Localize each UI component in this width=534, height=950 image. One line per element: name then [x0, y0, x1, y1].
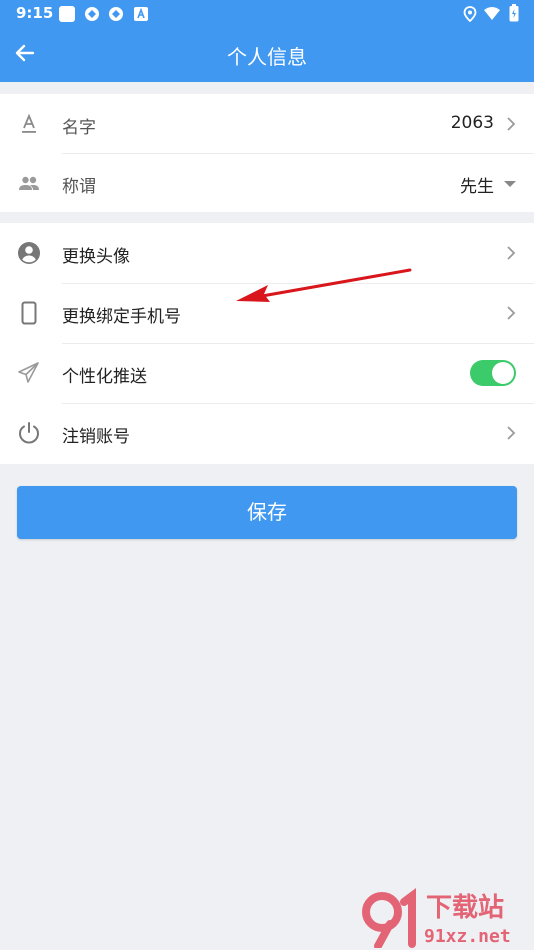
- name-label: 名字: [62, 118, 96, 138]
- power-icon: [18, 422, 40, 444]
- settings-card: 更换头像 更换绑定手机号 个性化推送 注销账号: [0, 223, 534, 464]
- app-notification-icon: [134, 7, 148, 21]
- personalized-push-toggle[interactable]: [470, 360, 516, 386]
- send-icon: [18, 362, 39, 383]
- app-notification-icon: [109, 7, 123, 21]
- dropdown-caret-icon: [504, 181, 516, 187]
- cancel-account-row[interactable]: 注销账号: [0, 403, 534, 463]
- salutation-label: 称谓: [62, 177, 96, 197]
- battery-icon: [509, 4, 519, 22]
- annotation-arrow: [236, 268, 412, 302]
- salutation-row[interactable]: 称谓 先生: [0, 153, 534, 213]
- personalized-push-label: 个性化推送: [62, 367, 147, 387]
- personalized-push-row: 个性化推送: [0, 343, 534, 403]
- account-circle-icon: [18, 242, 40, 264]
- text-format-icon: [22, 113, 36, 133]
- people-icon: [19, 176, 39, 190]
- smartphone-icon: [21, 301, 37, 325]
- page-title: 个人信息: [227, 45, 307, 69]
- watermark-title: 下载站: [426, 893, 504, 923]
- profile-card: 名字 2063 称谓 先生: [0, 94, 534, 212]
- save-button[interactable]: 保存: [17, 486, 517, 539]
- notification-icon: [59, 6, 75, 22]
- app-notification-icon: [85, 7, 99, 21]
- chevron-right-icon: [507, 306, 516, 320]
- change-phone-label: 更换绑定手机号: [62, 307, 181, 327]
- toggle-knob: [492, 362, 514, 384]
- status-time: 9:15: [16, 4, 54, 22]
- status-bar: 9:15: [0, 0, 534, 28]
- chevron-right-icon: [507, 426, 516, 440]
- chevron-right-icon: [507, 117, 516, 131]
- name-value: 2063: [450, 113, 494, 133]
- change-avatar-label: 更换头像: [62, 247, 130, 267]
- chevron-right-icon: [507, 246, 516, 260]
- wifi-icon: [484, 7, 500, 20]
- watermark-logo: 下载站 91xz.net: [362, 888, 511, 948]
- cancel-account-label: 注销账号: [62, 427, 130, 447]
- app-header: 9:15 个人信息: [0, 0, 534, 82]
- name-row[interactable]: 名字 2063: [0, 94, 534, 154]
- location-icon: [463, 6, 477, 22]
- salutation-value: 先生: [460, 177, 494, 197]
- watermark-url: 91xz.net: [424, 926, 511, 947]
